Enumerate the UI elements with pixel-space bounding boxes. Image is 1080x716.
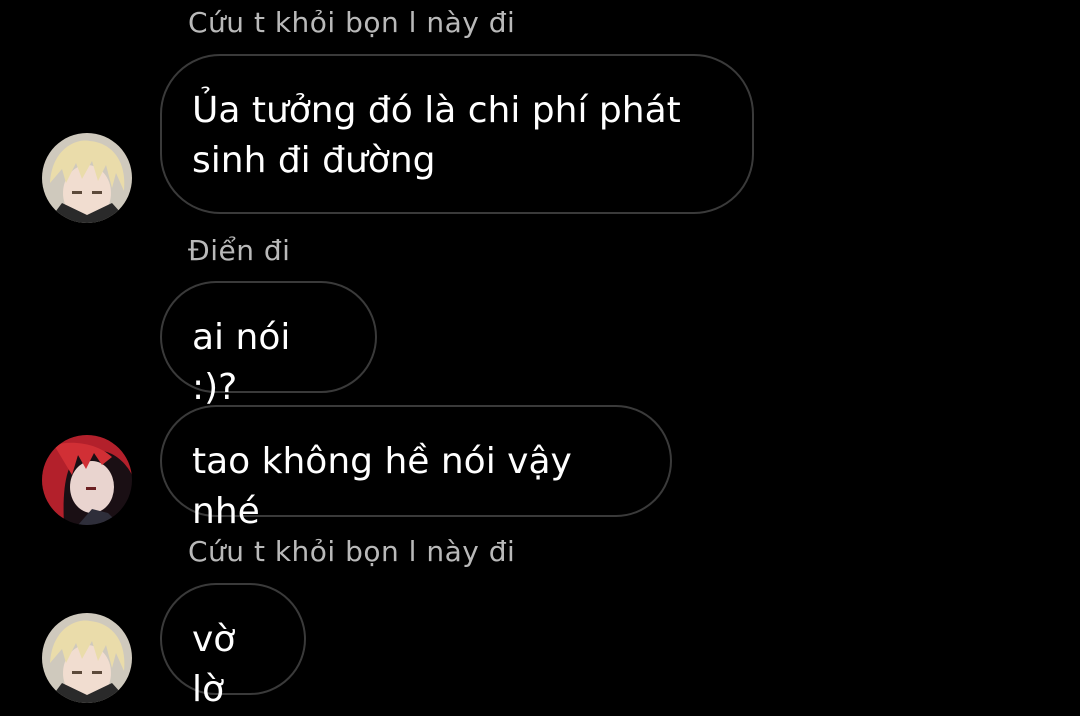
- sender-name: Điển đi: [188, 234, 291, 267]
- blonde-character-avatar[interactable]: [42, 613, 132, 703]
- red-hair-character-avatar[interactable]: [42, 435, 132, 525]
- message-bubble[interactable]: Ủa tưởng đó là chi phí phát sinh đi đườn…: [160, 54, 754, 214]
- message-bubble[interactable]: tao không hề nói vậy nhé: [160, 405, 672, 532]
- blonde-character-avatar[interactable]: [42, 133, 132, 223]
- chat-thread: Cứu t khỏi bọn l này đi Ủa tưởng đó là c…: [0, 0, 1080, 716]
- message-bubble[interactable]: vờ lờ: [160, 583, 306, 710]
- message-bubble[interactable]: ai nói :)?: [160, 281, 377, 408]
- sender-name: Cứu t khỏi bọn l này đi: [188, 535, 516, 568]
- sender-name: Cứu t khỏi bọn l này đi: [188, 6, 516, 39]
